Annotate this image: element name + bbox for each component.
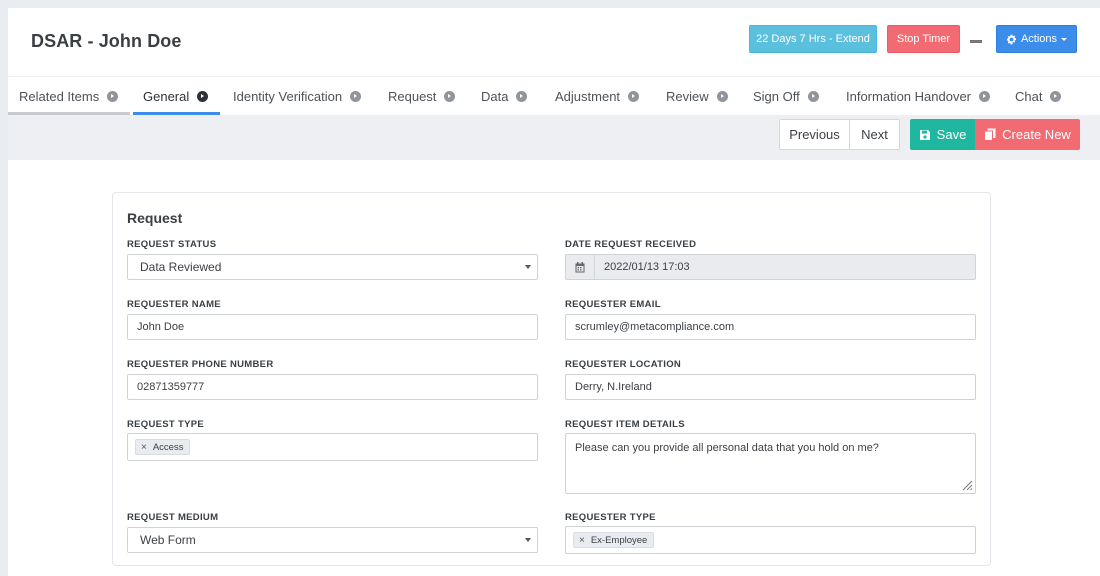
arrow-circle-right-icon: [107, 91, 119, 102]
next-button[interactable]: Next: [849, 119, 900, 150]
close-icon[interactable]: ×: [141, 442, 147, 453]
resize-handle-icon[interactable]: [962, 480, 973, 491]
requester-email-value: scrumley@metacompliance.com: [575, 321, 735, 333]
save-button[interactable]: Save: [910, 119, 975, 150]
requester-phone-label: REQUESTER PHONE NUMBER: [127, 359, 274, 370]
requester-name-label: REQUESTER NAME: [127, 299, 221, 310]
extend-timer-button[interactable]: 22 Days 7 Hrs - Extend: [749, 25, 877, 53]
request-status-label: REQUEST STATUS: [127, 239, 217, 250]
requester-name-input[interactable]: John Doe: [127, 314, 538, 340]
arrow-circle-right-icon: [1050, 91, 1062, 102]
arrow-circle-right-icon: [716, 91, 728, 102]
app-frame: DSAR - John Doe 22 Days 7 Hrs - Extend S…: [8, 8, 1100, 576]
gear-icon: [1006, 34, 1016, 44]
tab-label: General: [143, 89, 190, 104]
section-title: Request: [127, 210, 183, 226]
tab-label: Chat: [1015, 89, 1043, 104]
tab-label: Adjustment: [555, 89, 621, 104]
page-title: DSAR - John Doe: [31, 31, 182, 51]
arrow-circle-right-icon: [444, 91, 456, 102]
tab-identity-verification[interactable]: Identity Verification: [233, 77, 362, 116]
tab-bar: Related Items General Identity Verificat…: [8, 76, 1100, 115]
request-item-details-textarea[interactable]: Please can you provide all personal data…: [565, 433, 976, 494]
tab-request[interactable]: Request: [388, 77, 456, 116]
tab-label: Information Handover: [846, 89, 972, 104]
date-received-value: 2022/01/13 17:03: [604, 261, 690, 273]
requester-location-label: REQUESTER LOCATION: [565, 359, 682, 370]
requester-type-tag: × Ex-Employee: [573, 532, 655, 548]
page-header: DSAR - John Doe 22 Days 7 Hrs - Extend S…: [8, 8, 1100, 76]
save-label: Save: [936, 127, 967, 142]
request-item-details-value: Please can you provide all personal data…: [575, 442, 879, 454]
requester-location-value: Derry, N.Ireland: [575, 381, 652, 393]
request-type-label: REQUEST TYPE: [127, 419, 204, 430]
tag-label: Ex-Employee: [590, 534, 648, 546]
form-toolbar: Previous Next Save Create New: [8, 115, 1100, 160]
requester-email-input[interactable]: scrumley@metacompliance.com: [565, 314, 976, 340]
request-status-value: Data Reviewed: [140, 260, 222, 274]
actions-label: Actions: [1020, 33, 1058, 45]
request-section: Request REQUEST STATUS Data Reviewed DAT…: [112, 192, 991, 566]
tab-related-items[interactable]: Related Items: [19, 77, 119, 116]
copy-icon: [984, 128, 996, 141]
tab-label: Identity Verification: [233, 89, 343, 104]
tab-label: Sign Off: [753, 89, 800, 104]
request-type-multiselect[interactable]: × Access: [127, 433, 538, 461]
create-new-button[interactable]: Create New: [975, 119, 1080, 150]
arrow-circle-right-icon: [350, 91, 362, 102]
requester-type-multiselect[interactable]: × Ex-Employee: [565, 526, 976, 554]
tab-adjustment[interactable]: Adjustment: [555, 77, 640, 116]
tab-label: Data: [481, 89, 509, 104]
calendar-icon: [566, 255, 595, 279]
tab-chat[interactable]: Chat: [1015, 77, 1062, 116]
date-received-label: DATE REQUEST RECEIVED: [565, 239, 697, 250]
arrow-circle-right-icon: [628, 91, 640, 102]
arrow-circle-right-icon: [197, 91, 209, 102]
request-medium-value: Web Form: [140, 533, 196, 547]
actions-dropdown-button[interactable]: Actions: [996, 25, 1077, 53]
tab-general[interactable]: General: [143, 77, 209, 116]
arrow-circle-right-icon: [807, 91, 819, 102]
request-medium-label: REQUEST MEDIUM: [127, 512, 219, 523]
close-icon[interactable]: ×: [579, 535, 585, 546]
tag-label: Access: [152, 441, 184, 453]
requester-type-label: REQUESTER TYPE: [565, 512, 656, 523]
caret-down-icon: [525, 265, 531, 269]
requester-name-value: John Doe: [137, 321, 185, 333]
tab-data[interactable]: Data: [481, 77, 528, 116]
previous-button[interactable]: Previous: [779, 119, 850, 150]
arrow-circle-right-icon: [979, 91, 991, 102]
request-item-details-label: REQUEST ITEM DETAILS: [565, 419, 685, 430]
tab-label: Request: [388, 89, 437, 104]
requester-email-label: REQUESTER EMAIL: [565, 299, 661, 310]
request-type-tag: × Access: [135, 439, 191, 455]
tab-information-handover[interactable]: Information Handover: [846, 77, 991, 116]
tab-label: Related Items: [19, 89, 100, 104]
request-medium-select[interactable]: Web Form: [127, 527, 538, 553]
stop-timer-button[interactable]: Stop Timer: [887, 25, 960, 53]
requester-location-input[interactable]: Derry, N.Ireland: [565, 374, 976, 400]
minimize-icon[interactable]: [970, 40, 982, 43]
requester-phone-input[interactable]: 02871359777: [127, 374, 538, 400]
caret-down-icon: [525, 538, 531, 542]
tab-label: Review: [666, 89, 709, 104]
caret-down-icon: [1061, 38, 1068, 41]
requester-phone-value: 02871359777: [137, 381, 205, 393]
request-status-select[interactable]: Data Reviewed: [127, 254, 538, 280]
date-received-field[interactable]: 2022/01/13 17:03: [565, 254, 976, 280]
floppy-disk-icon: [919, 129, 930, 140]
arrow-circle-right-icon: [516, 91, 528, 102]
tab-sign-off[interactable]: Sign Off: [753, 77, 819, 116]
tab-review[interactable]: Review: [666, 77, 728, 116]
create-new-label: Create New: [1002, 127, 1071, 142]
